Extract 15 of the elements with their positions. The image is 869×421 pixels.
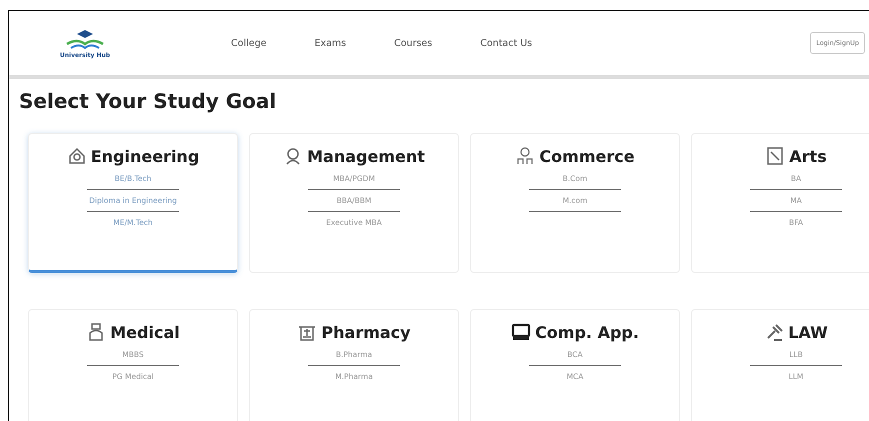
goal-title: Management xyxy=(307,146,425,166)
nav-link[interactable]: College xyxy=(231,38,266,48)
nav-link[interactable]: Contact Us xyxy=(480,38,532,48)
goal-title: Commerce xyxy=(539,146,635,166)
page-title: Select Your Study Goal xyxy=(19,89,278,113)
logo-icon xyxy=(65,28,105,50)
goal-title: LAW xyxy=(788,322,828,342)
goal-title: Medical xyxy=(110,322,180,342)
computer-icon xyxy=(511,322,532,342)
goal-title: Pharmacy xyxy=(321,322,411,342)
nav-link[interactable]: Courses xyxy=(394,38,432,48)
goal-title: Engineering xyxy=(90,146,200,166)
nav-link[interactable]: Exams xyxy=(314,38,346,48)
goal-title: Comp. App. xyxy=(535,322,639,342)
goal-title: Arts xyxy=(789,146,827,166)
